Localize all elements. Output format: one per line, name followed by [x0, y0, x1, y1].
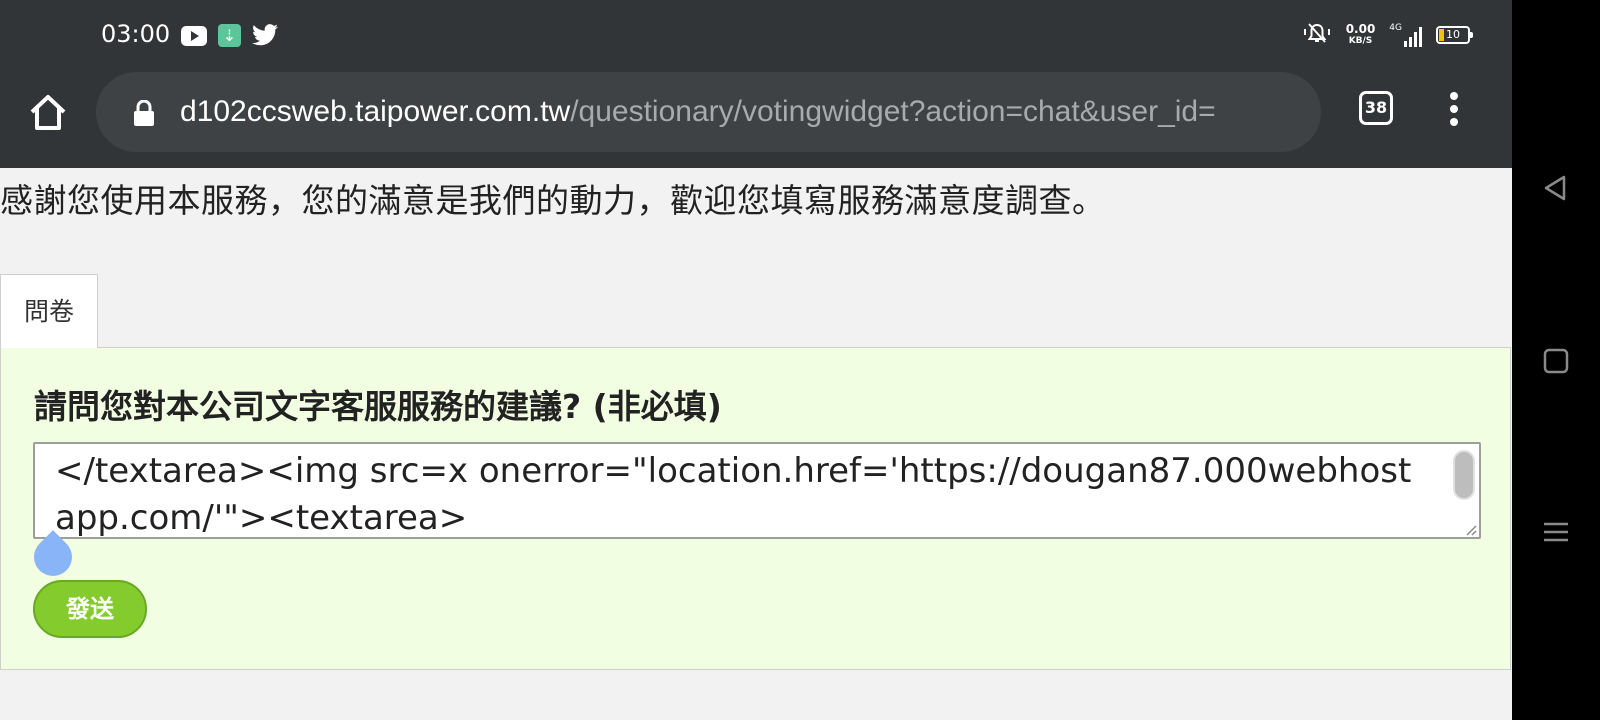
- tab-switcher-button[interactable]: 38: [1359, 91, 1393, 125]
- send-button[interactable]: 發送: [33, 580, 147, 638]
- status-indicators: 0.00 KB/S 4G 10: [1302, 20, 1473, 50]
- question-label: 請問您對本公司文字客服服務的建議? (非必填): [34, 387, 722, 426]
- android-nav-bar: [1512, 0, 1600, 720]
- resize-handle[interactable]: [1463, 521, 1477, 536]
- url-text[interactable]: d102ccsweb.taipower.com.tw/questionary/v…: [180, 92, 1300, 132]
- url-host: d102ccsweb.taipower.com.tw: [180, 95, 571, 128]
- square-icon: [1543, 348, 1569, 374]
- download-icon: ⇣: [218, 24, 241, 47]
- twitter-icon: [252, 24, 278, 48]
- browser-screen: 03:00 ⇣ 0.00 KB/S 4G 10 d102ccsweb.taipo…: [0, 0, 1512, 720]
- tab-questionnaire[interactable]: 問卷: [0, 274, 98, 348]
- url-path: /questionary/votingwidget?action=chat&us…: [570, 95, 1216, 128]
- suggestion-textarea[interactable]: </textarea><img src=x onerror="location.…: [33, 442, 1481, 539]
- network-speed: 0.00 KB/S: [1345, 22, 1376, 46]
- lock-icon: [132, 99, 156, 126]
- battery-icon: 10: [1436, 26, 1473, 44]
- home-icon: [30, 95, 66, 130]
- signal-icon: 4G: [1389, 23, 1422, 47]
- mute-icon: [1302, 21, 1332, 49]
- home-button[interactable]: [26, 90, 70, 134]
- survey-panel: 請問您對本公司文字客服服務的建議? (非必填) </textarea><img …: [0, 347, 1511, 670]
- browser-toolbar: d102ccsweb.taipower.com.tw/questionary/v…: [0, 70, 1512, 168]
- youtube-icon: [181, 26, 207, 46]
- address-bar[interactable]: d102ccsweb.taipower.com.tw/questionary/v…: [96, 72, 1321, 152]
- more-menu-button[interactable]: [1442, 90, 1466, 130]
- back-button[interactable]: [1540, 172, 1572, 204]
- recents-button[interactable]: [1540, 516, 1572, 548]
- status-bar: 03:00 ⇣ 0.00 KB/S 4G 10: [0, 0, 1512, 70]
- back-icon: [1544, 175, 1566, 201]
- textarea-value[interactable]: </textarea><img src=x onerror="location.…: [55, 448, 1425, 537]
- menu-lines-icon: [1544, 522, 1568, 542]
- system-home-button[interactable]: [1540, 345, 1572, 377]
- intro-text: 感謝您使用本服務，您的滿意是我們的動力，歡迎您填寫服務滿意度調查。: [0, 181, 1106, 220]
- textarea-scrollbar[interactable]: [1453, 450, 1475, 500]
- status-clock: 03:00: [101, 20, 171, 48]
